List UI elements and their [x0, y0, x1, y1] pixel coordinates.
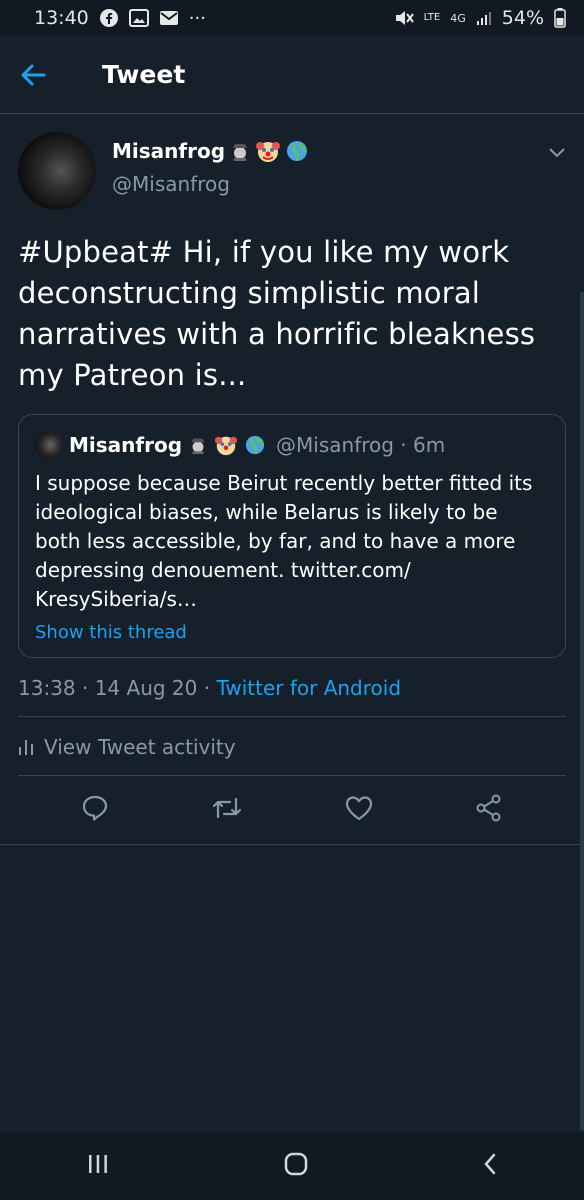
- avatar[interactable]: [18, 132, 96, 210]
- view-activity-button[interactable]: View Tweet activity: [18, 717, 566, 776]
- author-name-row[interactable]: Misanfrog: [112, 138, 309, 164]
- gallery-icon: [128, 9, 149, 27]
- tweet-meta: 13:38 · 14 Aug 20 · Twitter for Android: [18, 658, 566, 717]
- reply-icon: [82, 795, 108, 821]
- view-activity-label: View Tweet activity: [44, 735, 236, 759]
- tweet-text: #Upbeat# Hi, if you like my work deconst…: [18, 235, 536, 392]
- home-button[interactable]: [283, 1152, 309, 1180]
- more-notifications-icon: ···: [188, 7, 206, 29]
- quoted-tweet[interactable]: Misanfrog @Misanfrog · 6m I suppose beca…: [18, 414, 566, 658]
- mute-icon: [394, 9, 414, 27]
- battery-icon: [554, 8, 566, 28]
- like-button[interactable]: [344, 794, 374, 826]
- police-emoji-icon: [233, 144, 248, 161]
- tweet-author-row: Misanfrog @Misanfrog: [18, 132, 566, 210]
- recent-apps-button[interactable]: [86, 1153, 110, 1179]
- system-back-button[interactable]: [482, 1152, 498, 1180]
- retweet-icon: [212, 797, 242, 819]
- retweet-button[interactable]: [210, 793, 244, 827]
- home-icon: [284, 1152, 308, 1176]
- globe-emoji-icon: [245, 435, 265, 455]
- battery-percent: 54%: [501, 7, 544, 29]
- chevron-left-icon: [483, 1153, 495, 1175]
- quoted-meta: @Misanfrog · 6m: [276, 433, 446, 457]
- status-bar: 13:40 ··· LTE 4G 54%: [0, 0, 584, 36]
- quoted-avatar: [35, 431, 63, 459]
- signal-icon: [476, 10, 492, 26]
- author-name: Misanfrog: [112, 139, 226, 163]
- scrollbar[interactable]: [580, 292, 584, 1130]
- arrow-left-icon: [21, 64, 46, 85]
- globe-emoji-icon: [287, 141, 308, 161]
- chevron-down-icon: [549, 148, 565, 158]
- tweet-source-link[interactable]: Twitter for Android: [216, 676, 401, 700]
- mail-icon: [159, 10, 179, 26]
- police-emoji-icon: [191, 438, 205, 455]
- share-button[interactable]: [474, 793, 504, 827]
- network-label: 4G: [450, 11, 466, 25]
- tweet-timestamp: 13:38 · 14 Aug 20 ·: [18, 676, 217, 700]
- clown-emoji-icon: [256, 142, 281, 162]
- clown-emoji-icon: [214, 436, 238, 456]
- system-nav-bar: [0, 1132, 584, 1200]
- tweet-menu-button[interactable]: [548, 144, 566, 163]
- quoted-text: I suppose because Beirut recently better…: [35, 471, 533, 611]
- recent-apps-icon: [89, 1155, 108, 1173]
- status-time: 13:40: [34, 7, 89, 29]
- quoted-author-name: Misanfrog: [69, 433, 183, 457]
- share-icon: [476, 794, 501, 822]
- author-handle: @Misanfrog: [112, 172, 230, 196]
- bar-chart-icon: [19, 740, 33, 755]
- facebook-icon: [99, 8, 119, 28]
- heart-icon: [345, 796, 373, 821]
- page-title: Tweet: [102, 60, 186, 89]
- app-bar: Tweet: [0, 36, 584, 114]
- tweet-actions: [0, 776, 584, 845]
- tweet-detail: Misanfrog @Misanfrog #Upbeat# Hi, if you…: [0, 114, 584, 845]
- back-button[interactable]: [20, 63, 80, 87]
- reply-button[interactable]: [80, 793, 110, 827]
- lte-label: LTE: [423, 12, 441, 23]
- quoted-tweet-header: Misanfrog @Misanfrog · 6m: [35, 431, 549, 459]
- show-thread-link[interactable]: Show this thread: [35, 622, 549, 643]
